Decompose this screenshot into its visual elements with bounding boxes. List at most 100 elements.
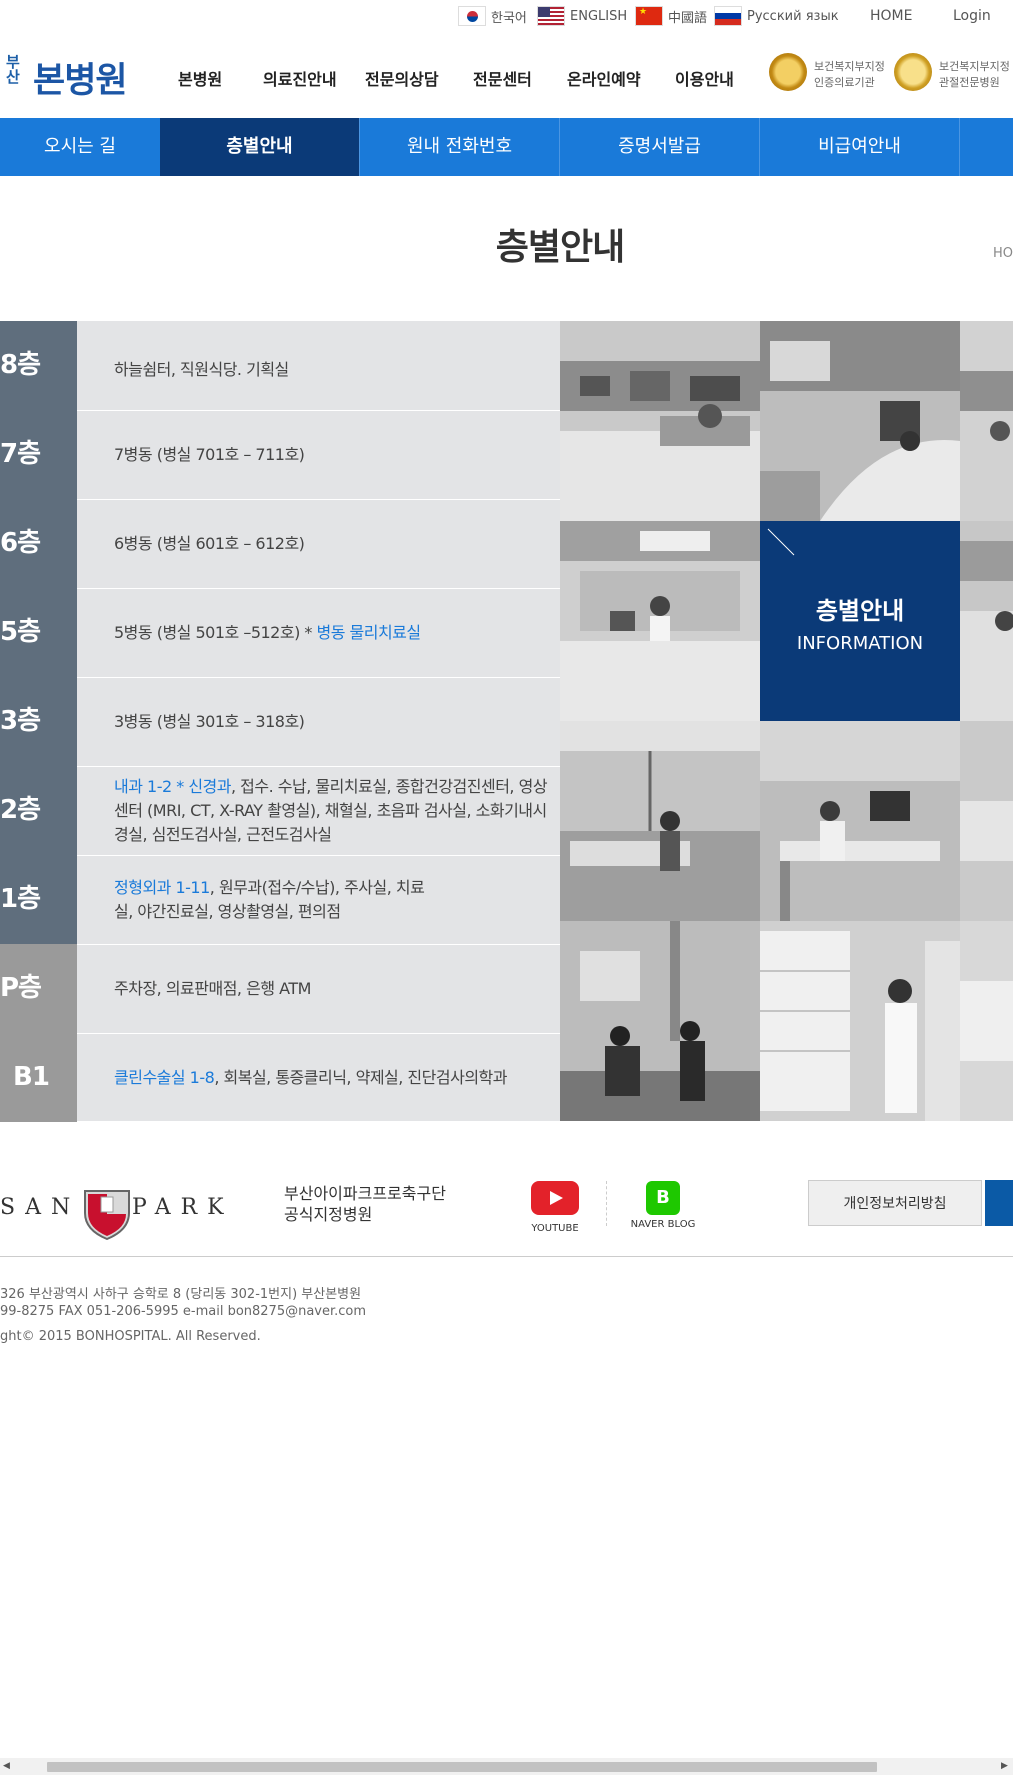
shield-icon (84, 1190, 130, 1240)
counter-photo (960, 521, 1013, 721)
naver-blog-icon: B (646, 1181, 680, 1215)
subnav-directions[interactable]: 오시는 길 (0, 118, 161, 176)
badge-line: 인증의료기관 (814, 76, 875, 89)
language-label: 中國語 (668, 10, 708, 26)
floor-desc-text: 3병동 (병실 301호 – 318호) (114, 712, 305, 731)
floor-label: 3층 (0, 677, 77, 766)
footer-address: 326 부산광역시 사하구 승학로 8 (당리동 302-1번지) 부산본병원 (0, 1287, 362, 1302)
floor-desc-highlight[interactable]: 정형외과 1-11 (114, 878, 210, 897)
logo-region: 부산 (6, 53, 20, 86)
partner-text-line: 공식지정병원 (284, 1205, 373, 1224)
language-label: Русский язык (747, 8, 839, 24)
floor-description: 클린수술실 1-8, 회복실, 통증클리닉, 약제실, 진단검사의학과 (114, 1066, 554, 1090)
privacy-policy-button[interactable]: 개인정보처리방침 (808, 1180, 982, 1226)
gnb-consult[interactable]: 전문의상담 (365, 66, 439, 90)
reception-photo (760, 321, 960, 521)
partner-text-line: 부산아이파크프로축구단 (284, 1184, 446, 1203)
subnav-non-covered[interactable]: 비급여안내 (760, 118, 960, 176)
gnb-centers[interactable]: 전문센터 (473, 66, 532, 90)
ward-photo (960, 721, 1013, 921)
floor-description: 6병동 (병실 601호 – 612호) (114, 532, 554, 556)
footer-contact: 99-8275 FAX 051-206-5995 e-mail bon8275@… (0, 1304, 367, 1319)
login-link[interactable]: Login (953, 8, 991, 24)
floor-label: 8층 (0, 321, 77, 410)
floor-description: 5병동 (병실 501호 –512호) * 병동 물리치료실 (114, 621, 554, 645)
footer-copyright: ght© 2015 BONHOSPITAL. All Reserved. (0, 1329, 261, 1344)
breadcrumb[interactable]: HO (993, 246, 1013, 261)
floor-description: 내과 1-2 * 신경과, 접수. 수납, 물리치료실, 종합건강검진센터, 영… (114, 775, 554, 847)
badge-line: 관절전문병원 (939, 76, 1000, 89)
floor-label: 7층 (0, 410, 77, 499)
xray-photo (560, 921, 760, 1121)
info-box-title: 층별안내 (815, 597, 905, 625)
floor-row: 8층 하늘쉼터, 직원식당. 기획실 (0, 321, 560, 411)
floor-desc-highlight[interactable]: 병동 물리치료실 (317, 623, 422, 642)
specialty-badge-text: 보건복지부지정 관절전문병원 (939, 59, 1010, 91)
footer-divider-line (0, 1256, 1013, 1257)
youtube-label: YOUTUBE (531, 1223, 579, 1234)
floor-description: 하늘쉼터, 직원식당. 기획실 (114, 358, 554, 382)
partner-text: 부산아이파크프로축구단 공식지정병원 (284, 1183, 446, 1225)
info-box: 층별안내 INFORMATION (760, 521, 960, 721)
gnb-reservation[interactable]: 온라인예약 (567, 66, 641, 90)
floor-desc-text: 하늘쉼터, 직원식당. 기획실 (114, 360, 289, 379)
floor-desc-highlight[interactable]: 클린수술실 1-8 (114, 1068, 215, 1087)
footer-blue-button[interactable] (985, 1180, 1013, 1226)
certification-badge-text: 보건복지부지정 인증의료기관 (814, 59, 885, 91)
gnb-guide[interactable]: 이용안내 (675, 66, 734, 90)
scroll-right-arrow-icon[interactable]: ▶ (1001, 1761, 1008, 1771)
floor-row: 2층 내과 1-2 * 신경과, 접수. 수납, 물리치료실, 종합건강검진센터… (0, 766, 560, 856)
floor-label: 5층 (0, 588, 77, 677)
youtube-icon (531, 1181, 579, 1215)
language-label: 한국어 (491, 10, 527, 26)
floor-desc-highlight[interactable]: 내과 1-2 * 신경과 (114, 777, 232, 796)
office-photo (760, 721, 960, 921)
rehab-photo (560, 721, 760, 921)
floor-description: 3병동 (병실 301호 – 318호) (114, 710, 554, 734)
naver-blog-link[interactable]: B NAVER BLOG (630, 1181, 696, 1230)
language-russian[interactable]: Русский язык (714, 6, 839, 26)
sub-navigation: 오시는 길 층별안내 원내 전화번호 증명서발급 비급여안내 (0, 118, 1013, 176)
floor-desc-text: 5병동 (병실 501호 –512호) * (114, 623, 317, 642)
youtube-link[interactable]: YOUTUBE (530, 1181, 580, 1234)
diagonal-line-icon (767, 528, 795, 556)
horizontal-scrollbar[interactable]: ◀ ▶ (0, 1758, 1013, 1775)
footer-divider (606, 1181, 608, 1226)
russia-flag-icon (714, 6, 742, 26)
floor-row: 7층 7병동 (병실 701호 – 711호) (0, 410, 560, 500)
gnb-bonhospital[interactable]: 본병원 (178, 66, 222, 90)
floor-row: P층 주차장, 의료판매점, 은행 ATM (0, 944, 560, 1034)
floor-row: 6층 6병동 (병실 601호 – 612호) (0, 499, 560, 589)
floor-label: 6층 (0, 499, 77, 588)
subnav-floor-guide[interactable]: 층별안내 (160, 118, 360, 176)
lobby-photo (560, 321, 760, 521)
naver-blog-label: NAVER BLOG (630, 1219, 696, 1230)
home-link[interactable]: HOME (870, 8, 912, 24)
gnb-doctors[interactable]: 의료진안내 (263, 66, 337, 90)
nurse-station-photo (560, 521, 760, 721)
certification-badge-icon (769, 53, 807, 91)
floor-label: 2층 (0, 766, 77, 855)
language-english[interactable]: ENGLISH (537, 6, 627, 26)
floor-desc-text: , 회복실, 통증클리닉, 약제실, 진단검사의학과 (214, 1068, 507, 1087)
lab-photo (960, 921, 1013, 1121)
korea-flag-icon (458, 6, 486, 26)
language-chinese[interactable]: 中國語 (635, 6, 707, 26)
language-korean[interactable]: 한국어 (458, 6, 527, 26)
badge-line: 보건복지부지정 (814, 60, 885, 73)
badge-line: 보건복지부지정 (939, 60, 1010, 73)
floor-desc-text: 6병동 (병실 601호 – 612호) (114, 534, 305, 553)
floor-row: 3층 3병동 (병실 301호 – 318호) (0, 677, 560, 767)
floor-table: 8층 하늘쉼터, 직원식당. 기획실 7층 7병동 (병실 701호 – 711… (0, 321, 560, 1122)
subnav-certificates[interactable]: 증명서발급 (560, 118, 760, 176)
floor-label: 1층 (0, 855, 77, 944)
scrollbar-thumb[interactable] (47, 1762, 877, 1772)
logo-small-text: 부산 (0, 55, 28, 85)
scroll-left-arrow-icon[interactable]: ◀ (3, 1761, 10, 1771)
language-label: ENGLISH (570, 8, 628, 24)
usa-flag-icon (537, 6, 565, 26)
logo-main-text: 본병원 (33, 61, 128, 101)
china-flag-icon (635, 6, 663, 26)
floor-description: 주차장, 의료판매점, 은행 ATM (114, 977, 554, 1001)
subnav-phone-numbers[interactable]: 원내 전화번호 (360, 118, 560, 176)
